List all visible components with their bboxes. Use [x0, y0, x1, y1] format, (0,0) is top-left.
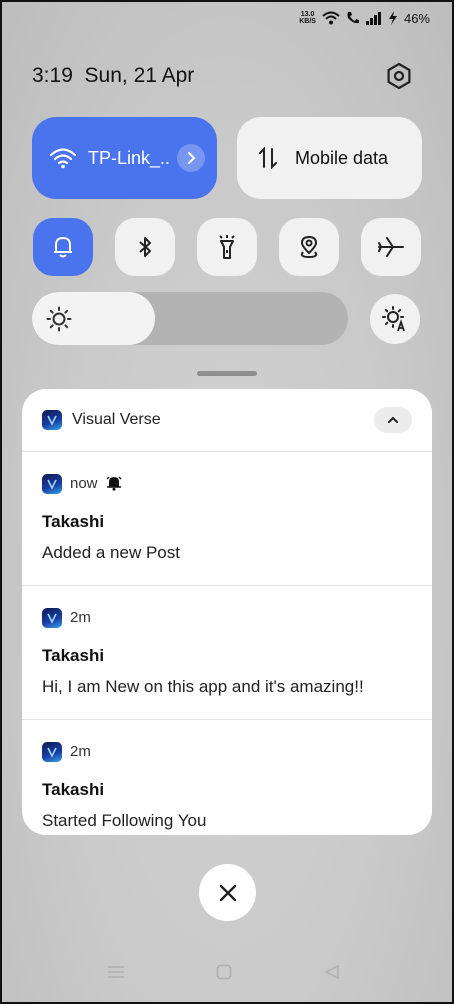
- flashlight-toggle[interactable]: [197, 218, 257, 276]
- clock-time: 3:19: [32, 64, 73, 87]
- notification-item[interactable]: now Takashi Added a new Post: [22, 452, 432, 586]
- home-button[interactable]: [214, 963, 234, 981]
- alert-bell-icon: [106, 476, 122, 491]
- chevron-up-icon: [388, 416, 398, 423]
- mobile-data-label: Mobile data: [295, 147, 389, 168]
- drag-handle[interactable]: [197, 371, 257, 376]
- close-icon: [219, 884, 236, 901]
- wifi-status-icon: [322, 11, 340, 25]
- app-name: Visual Verse: [72, 411, 161, 428]
- signal-icon: [365, 11, 381, 25]
- notification-message: Added a new Post: [42, 543, 180, 562]
- wifi-icon: [50, 148, 76, 169]
- recents-button[interactable]: [106, 963, 126, 981]
- battery-percentage: 46%: [403, 10, 430, 26]
- notification-time: 2m: [70, 609, 91, 626]
- back-triangle-icon: [325, 965, 339, 979]
- notification-message: Started Following You: [42, 811, 207, 830]
- notification-item[interactable]: 2m Takashi Hi, I am New on this app and …: [22, 586, 432, 720]
- brightness-slider[interactable]: [32, 292, 348, 345]
- menu-icon: [108, 966, 124, 978]
- wifi-network-name: TP-Link_..: [88, 147, 171, 168]
- auto-brightness-icon: [382, 306, 405, 332]
- settings-icon: [387, 62, 411, 90]
- mobile-data-tile[interactable]: Mobile data: [237, 117, 422, 199]
- chevron-right-icon: [188, 152, 196, 164]
- date-label: Sun, 21 Apr: [84, 64, 195, 87]
- bluetooth-icon: [139, 237, 151, 257]
- notification-group-header[interactable]: Visual Verse: [22, 389, 432, 452]
- app-icon: [42, 474, 62, 494]
- sun-icon: [46, 306, 72, 332]
- app-logo-icon: [47, 747, 57, 758]
- do-not-disturb-toggle[interactable]: [33, 218, 93, 276]
- collapse-button[interactable]: [374, 407, 412, 433]
- app-logo-icon: [47, 613, 57, 624]
- back-button[interactable]: [322, 963, 342, 981]
- notification-sender: Takashi: [42, 512, 105, 531]
- date-time: 3:19 Sun, 21 Apr: [32, 64, 194, 88]
- app-logo-icon: [47, 479, 57, 490]
- bell-icon: [54, 236, 72, 258]
- navigation-bar: [0, 963, 454, 983]
- location-toggle[interactable]: [279, 218, 339, 276]
- app-icon: [42, 410, 62, 430]
- app-logo-icon: [47, 415, 57, 426]
- clear-notifications-button[interactable]: [199, 864, 256, 921]
- notification-time: 2m: [70, 743, 91, 760]
- notification-group: Visual Verse now Takashi Added a new Pos…: [22, 389, 432, 835]
- auto-brightness-button[interactable]: [370, 294, 420, 344]
- settings-button[interactable]: [386, 62, 412, 90]
- notification-time: now: [70, 475, 98, 492]
- call-icon: [347, 12, 359, 24]
- notification-sender: Takashi: [42, 780, 105, 799]
- charging-icon: [388, 11, 397, 25]
- notification-item[interactable]: 2m Takashi Started Following You: [22, 720, 432, 835]
- wifi-details-button[interactable]: [177, 144, 205, 172]
- notification-sender: Takashi: [42, 646, 105, 665]
- network-speed: 13.0 KB/S: [299, 11, 316, 25]
- home-square-icon: [216, 964, 232, 980]
- status-bar: 13.0 KB/S 46%: [299, 8, 430, 28]
- app-icon: [42, 742, 62, 762]
- mobile-data-icon: [259, 147, 277, 169]
- bluetooth-toggle[interactable]: [115, 218, 175, 276]
- app-icon: [42, 608, 62, 628]
- notification-message: Hi, I am New on this app and it's amazin…: [42, 677, 364, 696]
- airplane-icon: [378, 237, 404, 257]
- airplane-mode-toggle[interactable]: [361, 218, 421, 276]
- location-icon: [300, 235, 318, 259]
- flashlight-icon: [219, 235, 235, 259]
- wifi-tile[interactable]: TP-Link_..: [32, 117, 217, 199]
